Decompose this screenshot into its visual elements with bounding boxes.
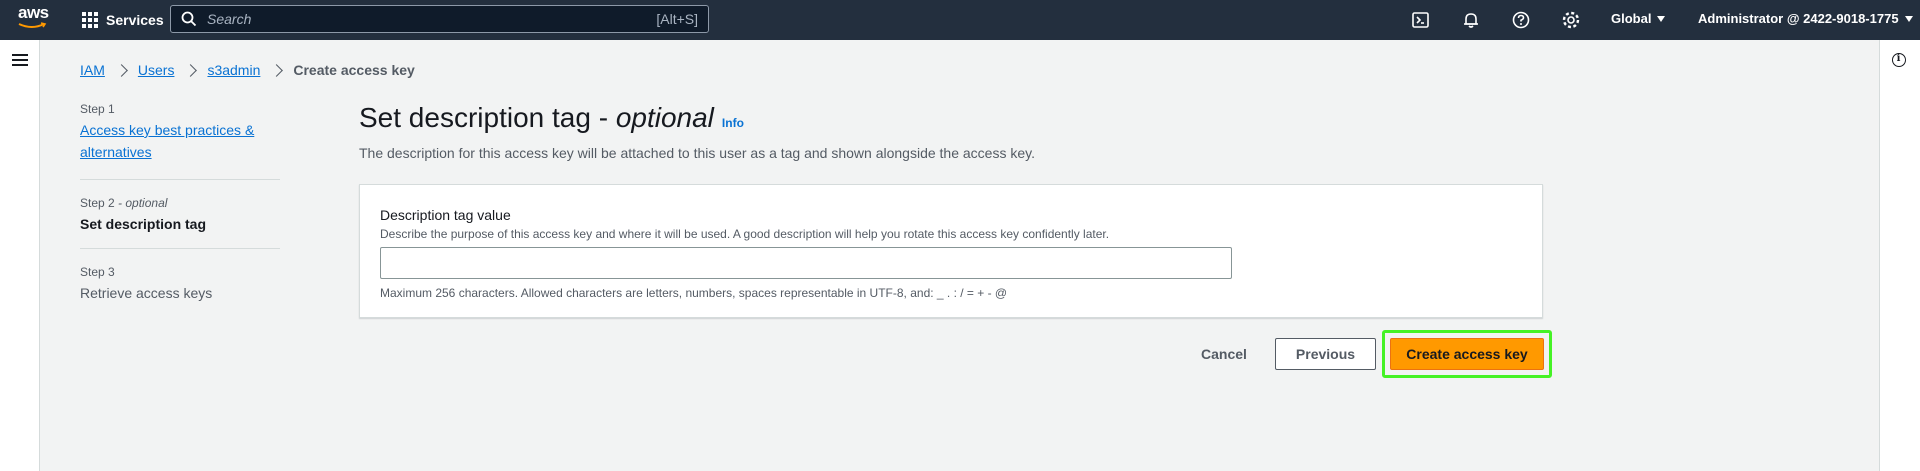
search-input[interactable] bbox=[205, 10, 657, 28]
step-3-title: Retrieve access keys bbox=[80, 285, 213, 301]
breadcrumb-current: Create access key bbox=[293, 62, 415, 78]
step-divider bbox=[80, 179, 280, 180]
info-panel-icon[interactable] bbox=[1892, 53, 1906, 67]
aws-logo[interactable]: aws bbox=[18, 4, 52, 34]
cancel-button[interactable]: Cancel bbox=[1201, 338, 1247, 370]
step-3-label: Step 3 bbox=[80, 265, 115, 279]
top-navigation: aws Services [Alt+S] bbox=[0, 0, 1920, 40]
menu-hamburger-icon[interactable] bbox=[12, 54, 28, 66]
description-tag-help: Describe the purpose of this access key … bbox=[380, 227, 1110, 241]
breadcrumb: IAM Users s3admin Create access key bbox=[80, 62, 415, 78]
search-shortcut: [Alt+S] bbox=[656, 11, 698, 27]
create-access-key-button[interactable]: Create access key bbox=[1390, 338, 1544, 370]
chevron-right-icon bbox=[184, 63, 198, 77]
description-tag-input[interactable] bbox=[380, 247, 1232, 279]
step-2-current: Set description tag bbox=[80, 216, 207, 232]
breadcrumb-s3admin[interactable]: s3admin bbox=[207, 62, 260, 78]
description-tag-panel: Description tag value Describe the purpo… bbox=[359, 184, 1543, 318]
page-description: The description for this access key will… bbox=[359, 145, 1035, 161]
step-1-link[interactable]: Access key best practices & alternatives bbox=[80, 119, 280, 163]
step-divider bbox=[80, 248, 280, 249]
breadcrumb-users[interactable]: Users bbox=[138, 62, 175, 78]
wizard-steps: Step 1 Access key best practices & alter… bbox=[80, 102, 280, 301]
previous-button[interactable]: Previous bbox=[1275, 338, 1376, 370]
notifications-bell-icon[interactable] bbox=[1461, 10, 1481, 30]
step-2-label: Step 2 - optional bbox=[80, 196, 168, 210]
account-menu[interactable]: Administrator @ 2422-9018-1775 bbox=[1698, 11, 1913, 26]
cloudshell-icon[interactable] bbox=[1411, 10, 1431, 30]
search-icon bbox=[181, 11, 197, 27]
create-button-highlight: Create access key bbox=[1382, 330, 1552, 378]
chevron-right-icon bbox=[115, 63, 128, 77]
region-selector[interactable]: Global bbox=[1611, 11, 1666, 26]
services-label: Services bbox=[106, 12, 164, 28]
aws-logo-text: aws bbox=[18, 3, 49, 22]
description-tag-constraint: Maximum 256 characters. Allowed characte… bbox=[380, 286, 1008, 300]
step-1-label: Step 1 bbox=[80, 102, 115, 116]
region-label: Global bbox=[1611, 11, 1652, 26]
grid-icon bbox=[82, 12, 98, 28]
chevron-right-icon bbox=[270, 63, 284, 77]
description-tag-label: Description tag value bbox=[380, 207, 511, 223]
search-bar[interactable]: [Alt+S] bbox=[170, 5, 709, 33]
settings-gear-icon[interactable] bbox=[1561, 10, 1581, 30]
caret-down-icon bbox=[1904, 15, 1913, 22]
aws-smile-icon bbox=[18, 22, 47, 28]
breadcrumb-iam[interactable]: IAM bbox=[80, 62, 105, 78]
account-label: Administrator @ 2422-9018-1775 bbox=[1698, 11, 1899, 26]
services-menu-button[interactable]: Services bbox=[82, 10, 164, 30]
info-link[interactable]: Info bbox=[722, 116, 744, 130]
left-side-rail bbox=[0, 40, 40, 471]
page-title: Set description tag - optional Info bbox=[359, 102, 744, 134]
right-side-rail bbox=[1879, 40, 1920, 471]
page-title-text: Set description tag - optional bbox=[359, 102, 714, 133]
caret-down-icon bbox=[1657, 15, 1666, 22]
help-icon[interactable] bbox=[1511, 10, 1531, 30]
